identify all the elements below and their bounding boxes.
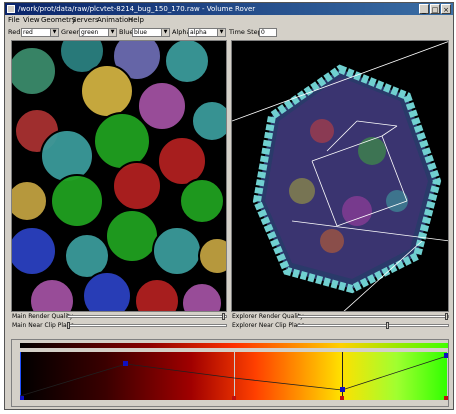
main-render-quality-label: Main Render Quality <box>12 313 73 320</box>
title-bar[interactable]: /work/prot/data/raw/plcvtet-8214_bug_150… <box>5 3 453 15</box>
opacity-node[interactable] <box>340 387 345 392</box>
menu-bar: File View Geometry Servers Animation Hel… <box>5 15 453 26</box>
menu-file[interactable]: File <box>8 15 20 26</box>
main-volume-render <box>12 41 226 311</box>
menu-geometry[interactable]: Geometry <box>41 15 76 26</box>
color-node-marker[interactable] <box>340 396 344 400</box>
tool-bar: Red red ▼ Green green ▼ Blue blue ▼ Alph… <box>5 26 453 39</box>
chevron-down-icon: ▼ <box>161 29 169 36</box>
green-label: Green <box>61 28 81 36</box>
green-select[interactable]: green ▼ <box>79 28 117 37</box>
menu-help[interactable]: Help <box>128 15 144 26</box>
color-node-marker[interactable] <box>444 396 448 400</box>
main-render-quality-slider-handle[interactable] <box>222 313 226 320</box>
colormap-preview-bar <box>20 343 448 348</box>
red-select[interactable]: red ▼ <box>21 28 59 37</box>
explorer-near-clip-slider[interactable] <box>297 324 449 327</box>
explorer-render-view[interactable] <box>231 40 449 312</box>
menu-view[interactable]: View <box>23 15 40 26</box>
window-title: /work/prot/data/raw/plcvtet-8214_bug_150… <box>18 5 256 13</box>
opacity-node[interactable] <box>20 396 24 400</box>
volume-rover-icon <box>7 5 15 13</box>
chevron-down-icon: ▼ <box>217 29 225 36</box>
menu-servers[interactable]: Servers <box>72 15 99 26</box>
main-near-clip-slider[interactable] <box>67 324 227 327</box>
opacity-node[interactable] <box>444 353 448 358</box>
main-render-quality-slider[interactable] <box>67 315 227 318</box>
transfer-function-panel <box>11 339 449 407</box>
time-step-label: Time Step <box>229 28 262 36</box>
explorer-render-quality-slider[interactable] <box>297 315 449 318</box>
time-step-value: 0 <box>261 29 265 36</box>
chevron-down-icon: ▼ <box>50 29 58 36</box>
main-render-view[interactable] <box>11 40 227 312</box>
chevron-down-icon: ▼ <box>108 29 116 36</box>
explorer-render-quality-slider-handle[interactable] <box>444 313 448 320</box>
explorer-render-quality-label: Explorer Render Quality <box>232 313 304 320</box>
opacity-node[interactable] <box>123 361 128 366</box>
alpha-select-value: alpha <box>190 29 207 36</box>
maximize-icon[interactable]: □ <box>430 4 440 14</box>
color-node-marker[interactable] <box>232 396 236 400</box>
opacity-curve <box>20 353 448 400</box>
alpha-select[interactable]: alpha ▼ <box>188 28 226 37</box>
transfer-function-editor[interactable] <box>20 352 448 400</box>
red-label: Red <box>8 28 21 36</box>
blue-select-value: blue <box>134 29 147 36</box>
minimize-icon[interactable]: _ <box>419 4 429 14</box>
explorer-near-clip-slider-handle[interactable] <box>386 322 390 329</box>
main-near-clip-slider-handle[interactable] <box>67 322 70 329</box>
blue-select[interactable]: blue ▼ <box>132 28 170 37</box>
volume-rover-window: /work/prot/data/raw/plcvtet-8214_bug_150… <box>4 2 454 410</box>
red-select-value: red <box>23 29 33 36</box>
close-icon[interactable]: × <box>441 4 451 14</box>
main-near-clip-label: Main Near Clip Plane <box>12 322 75 329</box>
green-select-value: green <box>81 29 99 36</box>
time-step-spinbox[interactable]: 0 <box>259 28 277 37</box>
explorer-volume-render <box>232 41 448 311</box>
explorer-near-clip-label: Explorer Near Clip Plane <box>232 322 305 329</box>
